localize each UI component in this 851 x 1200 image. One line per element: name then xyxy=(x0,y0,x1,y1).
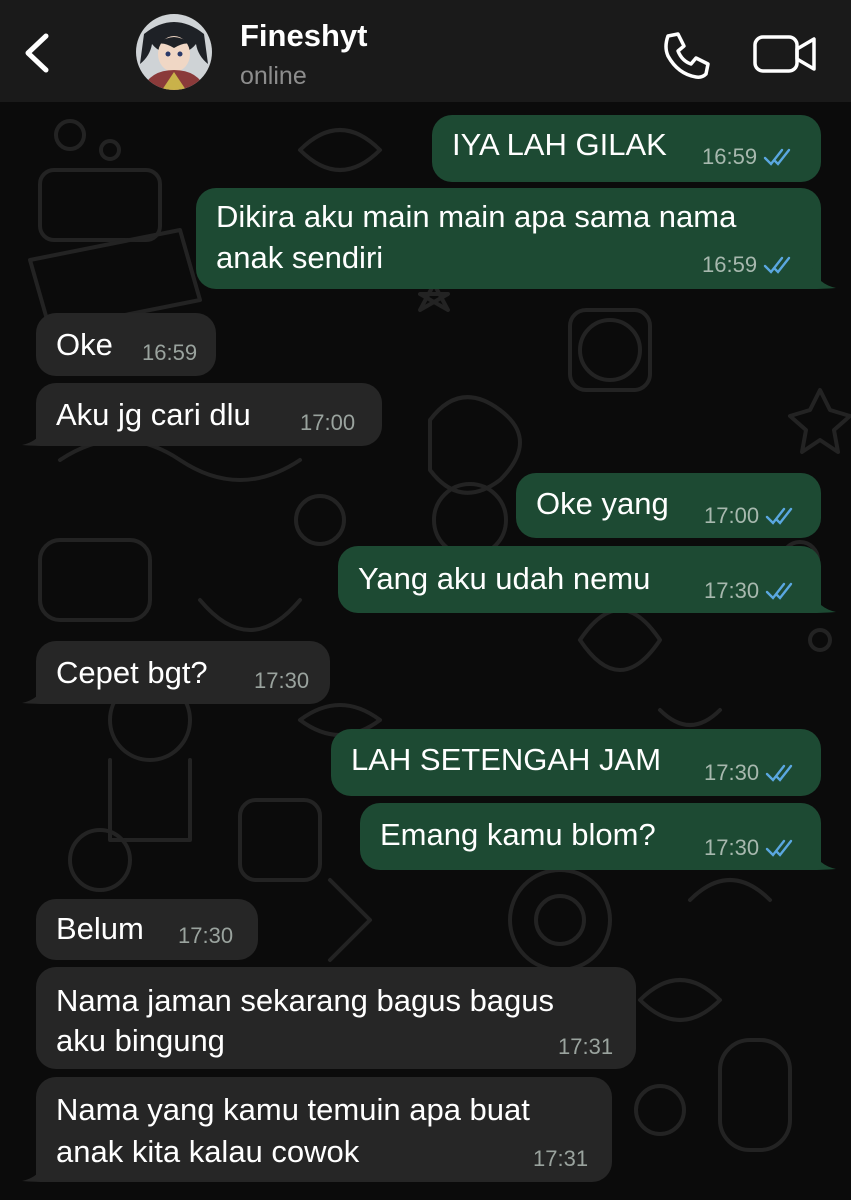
message-time: 16:59 xyxy=(702,252,758,277)
chat-header: Fineshyt online xyxy=(0,0,851,102)
double-check-icon xyxy=(765,507,793,525)
message-meta: 16:59 xyxy=(702,253,793,277)
phone-icon xyxy=(664,32,710,79)
message-text: Cepet bgt? xyxy=(56,655,208,690)
message-meta: 17:30 xyxy=(254,669,309,693)
incoming-message[interactable]: Nama yang kamu temuin apa buat anak kita… xyxy=(36,1077,612,1182)
message-text: anak sendiri xyxy=(216,240,384,275)
message-text: Nama yang kamu temuin apa buat xyxy=(56,1092,530,1127)
double-check-icon xyxy=(765,839,793,857)
message-meta: 17:30 xyxy=(704,761,795,785)
message-time: 17:30 xyxy=(178,923,234,948)
message-time: 17:31 xyxy=(533,1146,589,1171)
double-check-icon xyxy=(763,148,791,166)
incoming-message[interactable]: Nama jaman sekarang bagus bagus aku bing… xyxy=(36,967,636,1069)
message-time: 17:31 xyxy=(558,1034,614,1059)
bubble-tail xyxy=(22,425,46,446)
voice-call-button[interactable] xyxy=(658,28,712,82)
message-meta: 17:31 xyxy=(558,1035,613,1059)
message-text: LAH SETENGAH JAM xyxy=(351,742,662,777)
message-text: Belum xyxy=(56,911,144,946)
message-time: 17:30 xyxy=(704,760,760,785)
message-text: Nama jaman sekarang bagus bagus xyxy=(56,983,555,1018)
message-meta: 17:30 xyxy=(704,836,795,860)
message-time: 17:30 xyxy=(704,835,760,860)
message-text: Emang kamu blom? xyxy=(380,817,656,852)
message-time: 16:59 xyxy=(142,340,198,365)
message-text: aku bingung xyxy=(56,1023,225,1058)
message-text: Yang aku udah nemu xyxy=(358,561,651,596)
contact-name[interactable]: Fineshyt xyxy=(240,18,367,54)
incoming-message[interactable]: Cepet bgt? 17:30 xyxy=(36,641,330,704)
message-text: Oke yang xyxy=(536,486,669,521)
message-time: 17:30 xyxy=(254,668,310,693)
outgoing-message[interactable]: LAH SETENGAH JAM 17:30 xyxy=(331,729,821,796)
incoming-message[interactable]: Belum 17:30 xyxy=(36,899,258,960)
avatar-image xyxy=(136,14,212,90)
incoming-message[interactable]: Aku jg cari dlu 17:00 xyxy=(36,383,382,446)
incoming-message[interactable]: Oke 16:59 xyxy=(36,313,216,376)
bubble-tail xyxy=(22,683,46,704)
outgoing-message[interactable]: Dikira aku main main apa sama nama anak … xyxy=(196,188,821,289)
outgoing-message[interactable]: IYA LAH GILAK 16:59 xyxy=(432,115,821,182)
message-text: Dikira aku main main apa sama nama xyxy=(216,199,737,234)
avatar[interactable] xyxy=(136,14,212,90)
back-button[interactable] xyxy=(14,26,58,80)
message-meta: 17:30 xyxy=(704,579,795,603)
outgoing-message[interactable]: Oke yang 17:00 xyxy=(516,473,821,538)
message-text: Aku jg cari dlu xyxy=(56,397,251,432)
message-time: 17:00 xyxy=(704,503,760,528)
outgoing-message[interactable]: Emang kamu blom? 17:30 xyxy=(360,803,821,870)
chevron-left-icon xyxy=(25,33,49,73)
message-text: IYA LAH GILAK xyxy=(452,127,667,162)
message-time: 17:30 xyxy=(704,578,760,603)
double-check-icon xyxy=(765,764,793,782)
outgoing-message[interactable]: Yang aku udah nemu 17:30 xyxy=(338,546,821,613)
message-meta: 17:00 xyxy=(704,504,795,528)
double-check-icon xyxy=(763,256,791,274)
double-check-icon xyxy=(765,582,793,600)
contact-status: online xyxy=(240,62,307,90)
message-time: 17:00 xyxy=(300,410,356,435)
bubble-tail xyxy=(812,849,836,870)
bubble-tail xyxy=(812,268,836,289)
message-text: Oke xyxy=(56,327,113,362)
message-meta: 16:59 xyxy=(702,145,793,169)
message-meta: 17:31 xyxy=(533,1147,588,1171)
bubble-tail xyxy=(812,592,836,613)
message-meta: 16:59 xyxy=(142,341,197,365)
message-meta: 17:30 xyxy=(178,924,233,948)
bubble-tail xyxy=(22,1161,46,1182)
message-text: anak kita kalau cowok xyxy=(56,1134,360,1169)
message-time: 16:59 xyxy=(702,144,758,169)
video-camera-icon xyxy=(753,35,816,73)
message-meta: 17:00 xyxy=(300,411,355,435)
video-call-button[interactable] xyxy=(752,32,818,76)
